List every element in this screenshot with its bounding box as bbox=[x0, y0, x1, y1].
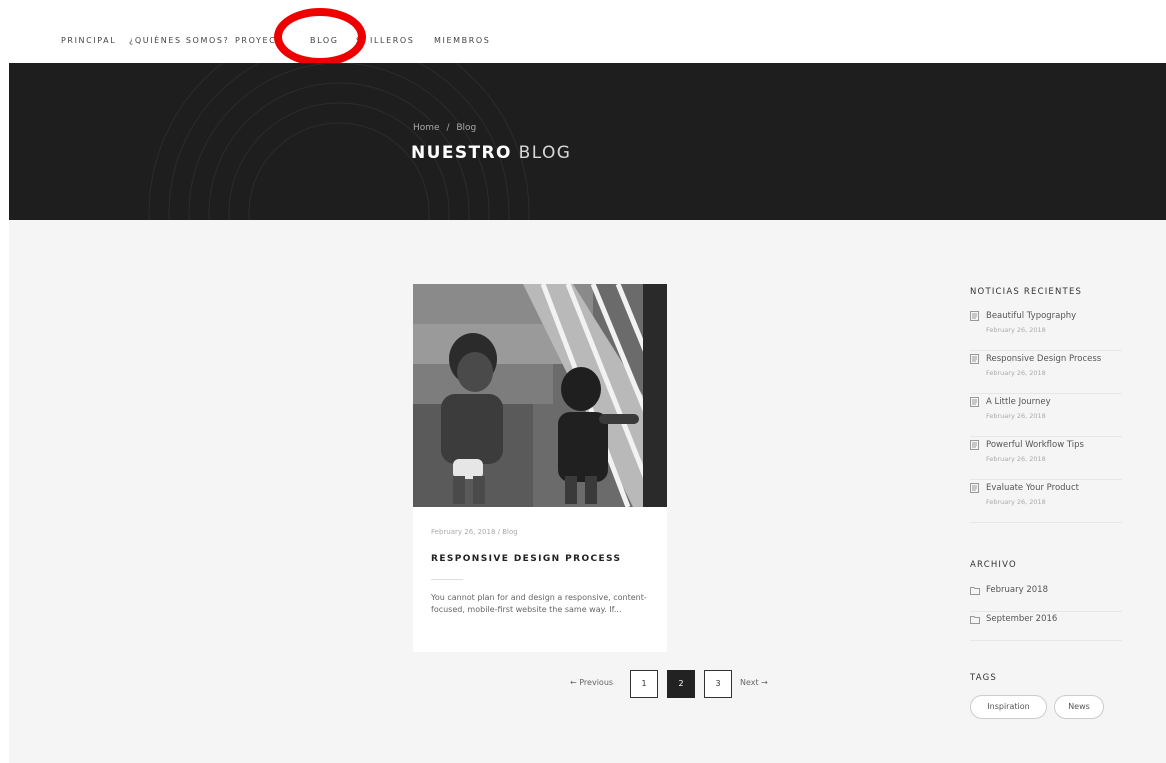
post-meta-separator: / bbox=[497, 528, 501, 536]
recent-post-title[interactable]: Beautiful Typography bbox=[986, 311, 1076, 321]
post-category-link[interactable]: Blog bbox=[502, 528, 517, 536]
nav-item-principal[interactable]: PRINCIPAL bbox=[61, 36, 116, 45]
recent-posts-heading: NOTICIAS RECIENTES bbox=[970, 287, 1083, 297]
archive-item[interactable]: September 2016 bbox=[970, 612, 1122, 641]
breadcrumb-home-link[interactable]: Home bbox=[413, 123, 440, 133]
pagination-page-1[interactable]: 1 bbox=[630, 670, 658, 698]
page-title-light: BLOG bbox=[518, 143, 572, 163]
blog-post-card: February 26, 2018 / Blog RESPONSIVE DESI… bbox=[413, 284, 667, 652]
post-featured-image[interactable] bbox=[413, 284, 667, 507]
recent-post-item[interactable]: Evaluate Your Product February 26, 2018 bbox=[970, 480, 1122, 523]
document-icon bbox=[970, 483, 979, 493]
tag-news[interactable]: News bbox=[1054, 695, 1104, 719]
post-meta: February 26, 2018 / Blog bbox=[431, 528, 518, 536]
breadcrumb-separator: / bbox=[446, 123, 450, 133]
nav-item-miembros[interactable]: MIEMBROS bbox=[434, 36, 490, 45]
decorative-rings-background bbox=[148, 63, 530, 220]
pagination-previous[interactable]: ← Previous bbox=[570, 678, 613, 687]
recent-post-item[interactable]: A Little Journey February 26, 2018 bbox=[970, 394, 1122, 437]
recent-post-item[interactable]: Beautiful Typography February 26, 2018 bbox=[970, 308, 1122, 351]
pagination-page-3[interactable]: 3 bbox=[704, 670, 732, 698]
archive-link[interactable]: February 2018 bbox=[986, 585, 1048, 595]
recent-post-title[interactable]: Powerful Workflow Tips bbox=[986, 440, 1084, 450]
post-divider bbox=[431, 579, 463, 580]
main-content: February 26, 2018 / Blog RESPONSIVE DESI… bbox=[9, 220, 1166, 763]
recent-post-date: February 26, 2018 bbox=[986, 326, 1046, 334]
document-icon bbox=[970, 311, 979, 321]
recent-post-item[interactable]: Powerful Workflow Tips February 26, 2018 bbox=[970, 437, 1122, 480]
archive-heading: ARCHIVO bbox=[970, 560, 1017, 570]
recent-post-item[interactable]: Responsive Design Process February 26, 2… bbox=[970, 351, 1122, 394]
recent-post-date: February 26, 2018 bbox=[986, 455, 1046, 463]
tags-heading: TAGS bbox=[970, 673, 997, 683]
document-icon bbox=[970, 440, 979, 450]
archive-link[interactable]: September 2016 bbox=[986, 614, 1057, 624]
recent-post-date: February 26, 2018 bbox=[986, 369, 1046, 377]
recent-post-date: February 26, 2018 bbox=[986, 412, 1046, 420]
archive-item[interactable]: February 2018 bbox=[970, 583, 1122, 612]
post-excerpt: You cannot plan for and design a respons… bbox=[431, 593, 647, 614]
page-title-bold: NUESTRO bbox=[411, 143, 512, 163]
main-navigation: PRINCIPAL ¿QUIÈNES SOMOS? PROYECT BLOG S… bbox=[0, 0, 1166, 66]
recent-post-title[interactable]: Evaluate Your Product bbox=[986, 483, 1079, 493]
recent-post-title[interactable]: Responsive Design Process bbox=[986, 354, 1101, 364]
nav-item-blog[interactable]: BLOG bbox=[310, 36, 339, 45]
recent-post-date: February 26, 2018 bbox=[986, 498, 1046, 506]
post-image-children-on-stairs bbox=[413, 284, 667, 507]
breadcrumb: Home / Blog bbox=[413, 123, 476, 133]
post-date: February 26, 2018 bbox=[431, 528, 496, 536]
nav-item-semilleros-end[interactable]: ILLEROS bbox=[370, 36, 414, 45]
nav-item-semilleros-start[interactable]: S bbox=[356, 36, 363, 45]
document-icon bbox=[970, 354, 979, 364]
page-header-banner: Home / Blog NUESTRO BLOG bbox=[9, 63, 1166, 220]
pagination-page-2-active[interactable]: 2 bbox=[667, 670, 695, 698]
page-title: NUESTRO BLOG bbox=[411, 143, 571, 163]
nav-item-quienes-somos[interactable]: ¿QUIÈNES SOMOS? bbox=[129, 36, 229, 45]
nav-item-proyectos[interactable]: PROYECT bbox=[235, 36, 283, 45]
tag-inspiration[interactable]: Inspiration bbox=[970, 695, 1047, 719]
pagination-next[interactable]: Next → bbox=[740, 678, 768, 687]
breadcrumb-current: Blog bbox=[456, 123, 477, 133]
post-title-link[interactable]: RESPONSIVE DESIGN PROCESS bbox=[431, 554, 621, 564]
recent-post-title[interactable]: A Little Journey bbox=[986, 397, 1051, 407]
document-icon bbox=[970, 397, 979, 407]
folder-icon bbox=[970, 616, 980, 624]
folder-icon bbox=[970, 587, 980, 595]
